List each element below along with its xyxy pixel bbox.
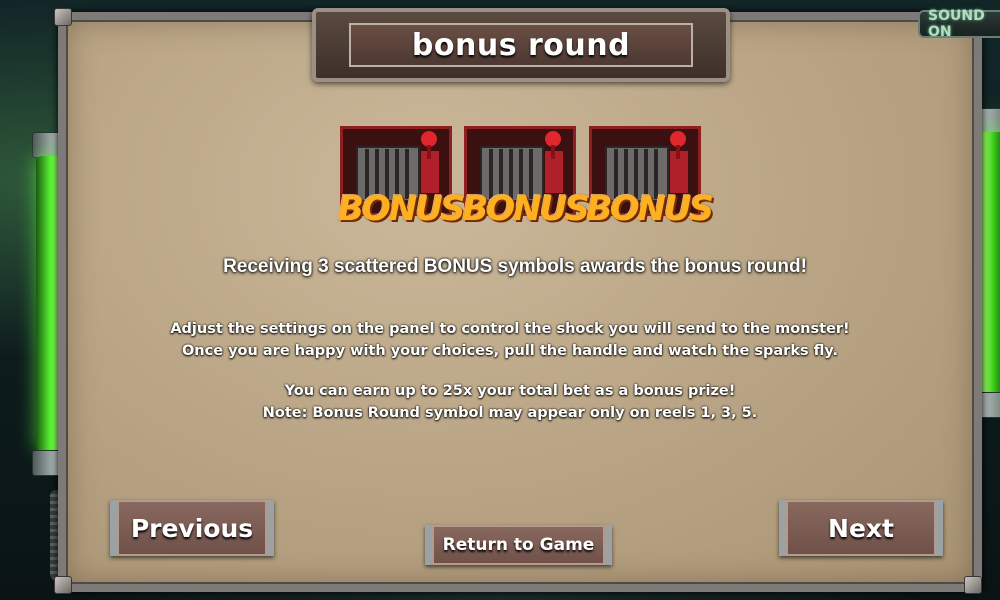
- page-title: bonus round: [411, 27, 631, 63]
- prize-paragraph: You can earn up to 25x your total bet as…: [20, 380, 1000, 424]
- return-to-game-button[interactable]: Return to Game: [425, 525, 612, 565]
- next-button[interactable]: Next: [779, 500, 943, 556]
- prize-line-2: Note: Bonus Round symbol may appear only…: [262, 405, 758, 421]
- instructions-paragraph: Adjust the settings on the panel to cont…: [20, 318, 1000, 362]
- sound-toggle-label: SOUND ON: [928, 8, 985, 40]
- title-inner: bonus round: [349, 23, 693, 67]
- bonus-symbols: BONUS BONUS BONUS: [338, 123, 714, 248]
- previous-button-label: Previous: [130, 513, 254, 543]
- sound-toggle-button[interactable]: SOUND ON: [918, 8, 1000, 40]
- bolt-icon: [54, 576, 72, 594]
- bonus-symbol-label: BONUS: [338, 189, 465, 229]
- bonus-symbol: BONUS: [462, 123, 590, 245]
- headline-text: Receiving 3 scattered BONUS symbols awar…: [223, 256, 807, 277]
- instructions-line-1: Adjust the settings on the panel to cont…: [170, 321, 850, 337]
- instructions-line-2: Once you are happy with your choices, pu…: [181, 343, 839, 359]
- bonus-symbol: BONUS: [338, 123, 465, 245]
- next-button-label: Next: [828, 513, 894, 543]
- bolt-icon: [54, 8, 72, 26]
- previous-button[interactable]: Previous: [110, 500, 274, 556]
- prize-line-1: You can earn up to 25x your total bet as…: [284, 383, 736, 399]
- return-to-game-label: Return to Game: [442, 535, 595, 555]
- bonus-symbol-label: BONUS: [462, 189, 589, 229]
- bolt-icon: [964, 576, 982, 594]
- bonus-symbol-label: BONUS: [586, 189, 714, 229]
- title-plate: bonus round: [312, 8, 730, 82]
- bonus-symbol: BONUS: [586, 123, 714, 245]
